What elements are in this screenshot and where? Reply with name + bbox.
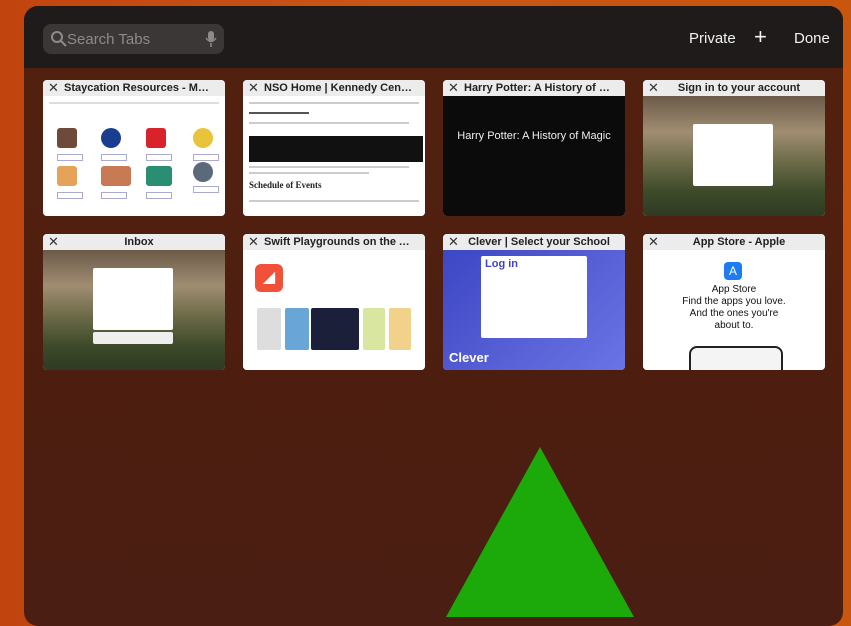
tab-header: ✕ App Store - Apple bbox=[643, 234, 825, 250]
tab-header: ✕ NSO Home | Kennedy Center bbox=[243, 80, 425, 96]
close-icon[interactable]: ✕ bbox=[648, 80, 659, 96]
screenshot-thumb bbox=[311, 308, 359, 350]
tab-header: ✕ Swift Playgrounds on the App S... bbox=[243, 234, 425, 250]
link-label bbox=[57, 154, 83, 161]
search-field[interactable]: Search Tabs bbox=[43, 24, 224, 54]
preview-headline: App Store Find the apps you love. And th… bbox=[682, 284, 786, 331]
thumbnail-icon bbox=[101, 166, 131, 186]
screenshot-thumb bbox=[389, 308, 411, 350]
thumbnail-icon bbox=[193, 162, 213, 182]
tab-title: NSO Home | Kennedy Center bbox=[264, 82, 414, 94]
close-icon[interactable]: ✕ bbox=[448, 80, 459, 96]
phone-image bbox=[689, 346, 783, 370]
close-icon[interactable]: ✕ bbox=[248, 80, 259, 96]
tab-title: Harry Potter: A History of Magi... bbox=[464, 82, 614, 94]
screenshot-thumb bbox=[285, 308, 309, 350]
tab-title: App Store - Apple bbox=[692, 236, 786, 248]
info-strip bbox=[93, 332, 173, 344]
close-icon[interactable]: ✕ bbox=[248, 234, 259, 250]
thumbnail-icon bbox=[57, 166, 77, 186]
app-store-icon: A bbox=[724, 262, 742, 280]
tab-header: ✕ Inbox bbox=[43, 234, 225, 250]
tab-title: Sign in to your account bbox=[677, 82, 801, 94]
text-line bbox=[249, 102, 419, 104]
thumbnail-icon bbox=[146, 166, 172, 186]
plus-icon[interactable]: + bbox=[754, 24, 767, 50]
password-dialog bbox=[93, 268, 173, 330]
link-label bbox=[146, 154, 172, 161]
tab-title: Inbox bbox=[124, 236, 154, 248]
done-button[interactable]: Done bbox=[794, 30, 830, 47]
tab-preview: Schedule of Events bbox=[243, 96, 425, 216]
tab-card[interactable]: ✕ Harry Potter: A History of Magi... Har… bbox=[443, 80, 625, 216]
link-label bbox=[193, 154, 219, 161]
close-icon[interactable]: ✕ bbox=[648, 234, 659, 250]
tab-card[interactable]: ✕ Clever | Select your School Log in Cle… bbox=[443, 234, 625, 370]
thumbnail-icon bbox=[57, 128, 77, 148]
search-icon bbox=[51, 31, 67, 47]
link-label bbox=[101, 192, 127, 199]
tab-card[interactable]: ✕ Inbox bbox=[43, 234, 225, 370]
green-triangle-shape bbox=[446, 447, 634, 617]
text-line bbox=[249, 200, 419, 202]
close-icon[interactable]: ✕ bbox=[48, 80, 59, 96]
sign-in-dialog bbox=[693, 124, 773, 186]
nav-line bbox=[49, 102, 219, 104]
screenshot-thumb bbox=[257, 308, 281, 350]
tab-card[interactable]: ✕ Swift Playgrounds on the App S... ◢ bbox=[243, 234, 425, 370]
preview-headline: Harry Potter: A History of Magic bbox=[457, 130, 611, 142]
link-label bbox=[146, 192, 172, 199]
tab-preview bbox=[43, 250, 225, 370]
tab-preview: Harry Potter: A History of Magic bbox=[443, 96, 625, 216]
tab-preview bbox=[43, 96, 225, 216]
tab-card[interactable]: ✕ NSO Home | Kennedy Center Schedule of … bbox=[243, 80, 425, 216]
tab-card[interactable]: ✕ Staycation Resources - Mounta... bbox=[43, 80, 225, 216]
text-line bbox=[249, 166, 409, 168]
tab-preview: ◢ bbox=[243, 250, 425, 370]
link-label bbox=[57, 192, 83, 199]
link-label bbox=[101, 154, 127, 161]
tab-header: ✕ Harry Potter: A History of Magi... bbox=[443, 80, 625, 96]
text-line bbox=[249, 112, 309, 114]
sun-icon bbox=[193, 128, 213, 148]
tab-card[interactable]: ✕ App Store - Apple A App Store Find the… bbox=[643, 234, 825, 370]
book-icon bbox=[146, 128, 166, 148]
screenshot-thumb bbox=[363, 308, 385, 350]
search-placeholder: Search Tabs bbox=[67, 31, 151, 48]
hero-banner bbox=[249, 136, 423, 162]
tab-header: ✕ Sign in to your account bbox=[643, 80, 825, 96]
schedule-heading: Schedule of Events bbox=[249, 180, 322, 190]
tab-title: Staycation Resources - Mounta... bbox=[64, 82, 214, 94]
link-label bbox=[193, 186, 219, 193]
clever-logo: Clever bbox=[449, 350, 489, 365]
tab-preview bbox=[643, 96, 825, 216]
tab-header: ✕ Clever | Select your School bbox=[443, 234, 625, 250]
tab-preview: A App Store Find the apps you love. And … bbox=[643, 250, 825, 370]
private-button[interactable]: Private bbox=[689, 30, 736, 47]
login-heading: Log in bbox=[485, 258, 518, 270]
tab-title: Clever | Select your School bbox=[468, 236, 610, 248]
top-toolbar: Search Tabs Private + Done bbox=[24, 6, 843, 68]
tab-overview: Search Tabs Private + Done ✕ Staycation … bbox=[24, 6, 843, 626]
tab-card[interactable]: ✕ Sign in to your account bbox=[643, 80, 825, 216]
tab-preview: Log in Clever bbox=[443, 250, 625, 370]
tab-header: ✕ Staycation Resources - Mounta... bbox=[43, 80, 225, 96]
close-icon[interactable]: ✕ bbox=[448, 234, 459, 250]
tab-title: Swift Playgrounds on the App S... bbox=[264, 236, 414, 248]
text-line bbox=[249, 122, 409, 124]
close-icon[interactable]: ✕ bbox=[48, 234, 59, 250]
text-line bbox=[249, 172, 369, 174]
nasa-icon bbox=[101, 128, 121, 148]
microphone-icon[interactable] bbox=[205, 30, 217, 48]
swift-icon: ◢ bbox=[255, 264, 283, 292]
